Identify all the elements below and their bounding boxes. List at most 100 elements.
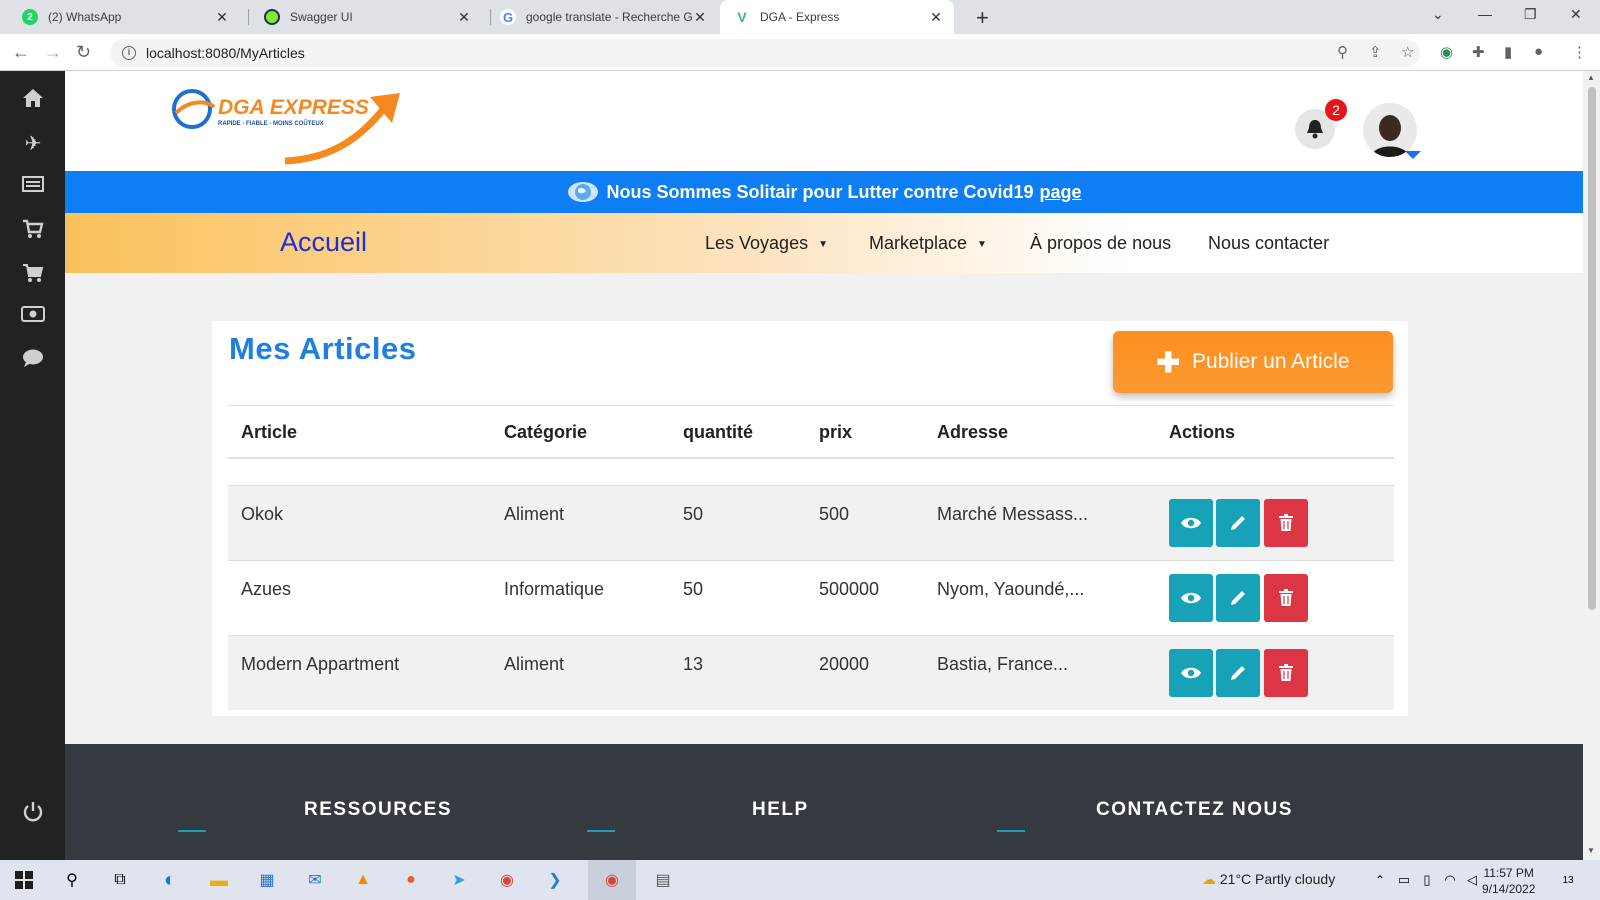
nav-about[interactable]: À propos de nous	[1030, 233, 1171, 254]
delete-button[interactable]	[1264, 499, 1308, 547]
site-info-icon[interactable]: i	[122, 46, 136, 60]
store-icon[interactable]: ▦	[255, 868, 279, 892]
avatar[interactable]	[1363, 103, 1417, 157]
edit-button[interactable]	[1216, 649, 1260, 697]
chrome-icon[interactable]: ◉	[495, 868, 519, 892]
zoom-icon[interactable]: ⚲	[1337, 43, 1348, 61]
reload-icon[interactable]: ↻	[76, 42, 91, 63]
chrome-active-icon[interactable]: ◉	[600, 868, 624, 892]
menu-icon[interactable]: ⋮	[1572, 43, 1587, 61]
forward-icon[interactable]: →	[44, 42, 62, 63]
os-taskbar: ⚲ ⧉ ◐ ▬ ▦ ✉ ▲ ● ➤ ◉ ❯ ◉ ▤ ☁ 21°C Partly …	[0, 860, 1600, 900]
browser-tabbar: 2 (2) WhatsApp ✕ Swagger UI ✕ G google t…	[0, 0, 1600, 34]
nav-contact[interactable]: Nous contacter	[1208, 233, 1329, 254]
page-title: Mes Articles	[229, 331, 417, 366]
weather-widget[interactable]: ☁ 21°C Partly cloudy	[1202, 871, 1335, 888]
eye-icon	[1181, 592, 1201, 604]
vscode-icon[interactable]: ❯	[543, 868, 567, 892]
edit-button[interactable]	[1216, 499, 1260, 547]
cell-categorie: Informatique	[504, 579, 605, 599]
pencil-icon	[1231, 516, 1245, 530]
col-adresse: Adresse	[937, 422, 1009, 442]
postman-icon[interactable]: ●	[399, 868, 423, 892]
tab-title: Swagger UI	[290, 10, 353, 24]
vlc-icon[interactable]: ▲	[351, 868, 375, 892]
telegram-icon[interactable]: ➤	[447, 868, 471, 892]
mail-icon[interactable]: ✉	[303, 868, 327, 892]
power-icon[interactable]	[20, 801, 46, 823]
covid-banner: Nous Sommes Solitair pour Lutter contre …	[65, 171, 1583, 213]
tray-icon[interactable]: ▭	[1392, 868, 1416, 892]
nav-voyages[interactable]: Les Voyages ▼	[705, 233, 828, 254]
chevron-up-icon[interactable]: ⌃	[1368, 868, 1392, 892]
view-button[interactable]	[1169, 649, 1213, 697]
money-icon[interactable]	[20, 305, 46, 327]
home-icon[interactable]	[20, 88, 46, 110]
page-scrollbar[interactable]: ▲ ▼	[1583, 71, 1600, 860]
list-icon[interactable]	[20, 175, 46, 197]
share-icon[interactable]: ⇪	[1369, 43, 1382, 61]
tab-search-icon[interactable]: ⌄	[1432, 6, 1444, 23]
plane-icon[interactable]: ✈	[20, 131, 46, 155]
caret-down-icon: ▼	[977, 239, 987, 250]
address-bar[interactable]: i localhost:8080/MyArticles	[110, 39, 1420, 67]
notification-center-icon[interactable]: 13	[1556, 868, 1580, 892]
col-quantite: quantité	[683, 422, 753, 442]
banner-link[interactable]: page	[1040, 182, 1082, 203]
edge-icon[interactable]: ◐	[158, 868, 182, 892]
delete-button[interactable]	[1264, 649, 1308, 697]
scrollbar-thumb[interactable]	[1588, 87, 1596, 610]
eye-icon	[1181, 667, 1201, 679]
close-tab-icon[interactable]: ✕	[692, 9, 708, 26]
close-window-icon[interactable]: ✕	[1570, 6, 1582, 23]
delete-button[interactable]	[1264, 574, 1308, 622]
publish-label: Publier un Article	[1191, 350, 1350, 373]
windows-start-icon[interactable]	[12, 868, 36, 892]
chat-icon[interactable]	[20, 348, 46, 370]
task-view-icon[interactable]: ⧉	[108, 868, 132, 892]
tab-swagger[interactable]: Swagger UI ✕	[250, 0, 482, 34]
puzzle-icon[interactable]: ✚	[1472, 43, 1485, 61]
partly-cloudy-icon: ☁	[1202, 871, 1216, 887]
file-explorer-icon[interactable]: ▬	[207, 868, 231, 892]
back-icon[interactable]: ←	[12, 42, 30, 63]
footer-heading-contact: CONTACTEZ NOUS	[1096, 799, 1293, 820]
cell-quantite: 13	[683, 654, 704, 674]
volume-icon[interactable]: ◁	[1460, 868, 1484, 892]
minimize-icon[interactable]: —	[1478, 6, 1492, 22]
swagger-icon	[264, 9, 280, 25]
close-tab-icon[interactable]: ✕	[214, 9, 230, 26]
clock-time: 11:57 PM	[1483, 866, 1534, 880]
vue-icon: V	[737, 9, 747, 25]
extension-icon[interactable]: ◉	[1440, 43, 1453, 61]
system-clock[interactable]: 11:57 PM 9/14/2022	[1482, 865, 1535, 897]
sidepanel-icon[interactable]: ▮	[1504, 43, 1512, 61]
wifi-icon[interactable]: ◠	[1438, 868, 1462, 892]
close-tab-icon[interactable]: ✕	[456, 9, 472, 26]
nav-home[interactable]: Accueil	[280, 227, 367, 258]
close-tab-icon[interactable]: ✕	[928, 9, 944, 26]
tab-google[interactable]: G google translate - Recherche Goo ✕	[486, 0, 718, 34]
bookmark-star-icon[interactable]: ☆	[1401, 43, 1414, 61]
maximize-icon[interactable]: ❐	[1524, 6, 1537, 23]
avatar-dropdown-icon[interactable]	[1405, 151, 1421, 159]
nav-marketplace[interactable]: Marketplace ▼	[869, 233, 987, 254]
tab-title: (2) WhatsApp	[48, 10, 122, 24]
edit-button[interactable]	[1216, 574, 1260, 622]
view-button[interactable]	[1169, 499, 1213, 547]
view-button[interactable]	[1169, 574, 1213, 622]
cell-quantite: 50	[683, 504, 704, 524]
search-icon[interactable]: ⚲	[60, 868, 84, 892]
profile-icon[interactable]: ●	[1534, 43, 1543, 60]
new-tab-icon[interactable]: +	[976, 5, 989, 31]
calculator-icon[interactable]: ▤	[651, 868, 675, 892]
globe-icon	[568, 182, 599, 202]
cell-article: Azues	[241, 579, 292, 599]
tab-dga-express[interactable]: V DGA - Express ✕	[720, 0, 954, 34]
cart-icon[interactable]	[20, 219, 46, 241]
battery-icon[interactable]: ▯	[1415, 868, 1439, 892]
tab-whatsapp[interactable]: 2 (2) WhatsApp ✕	[8, 0, 240, 34]
publish-article-button[interactable]: ✚ Publier un Article	[1113, 331, 1393, 393]
dga-express-logo[interactable]: DGA EXPRESS RAPIDE - FIABLE - MOINS COÛT…	[170, 79, 410, 169]
cart-plus-icon[interactable]	[20, 263, 46, 285]
